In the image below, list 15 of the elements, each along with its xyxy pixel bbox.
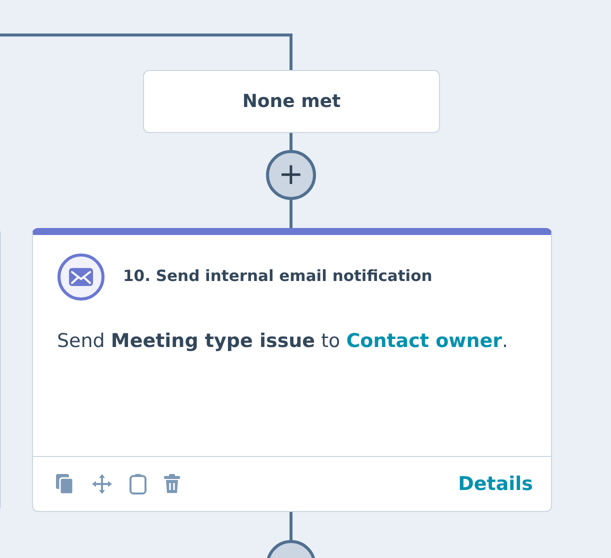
action-title: 10. Send internal email notification bbox=[123, 266, 432, 288]
action-description: Send Meeting type issue to Contact owner. bbox=[57, 330, 508, 352]
move-icon[interactable] bbox=[91, 473, 113, 495]
connector-line bbox=[290, 200, 292, 228]
copy-icon[interactable] bbox=[55, 473, 75, 495]
branch-node[interactable]: None met bbox=[143, 70, 440, 133]
connector-line bbox=[290, 512, 292, 540]
action-card[interactable]: 10. Send internal email notification Send Meeting type issue to Contact owner. Details bbox=[32, 228, 552, 512]
email-icon bbox=[57, 253, 105, 301]
contact-owner-link[interactable]: Contact owner bbox=[346, 330, 502, 352]
details-link[interactable]: Details bbox=[458, 470, 533, 498]
clipboard-icon[interactable] bbox=[129, 473, 147, 495]
add-action-button[interactable]: + bbox=[266, 150, 316, 200]
connector-line bbox=[290, 133, 292, 150]
delete-icon[interactable] bbox=[163, 473, 181, 495]
